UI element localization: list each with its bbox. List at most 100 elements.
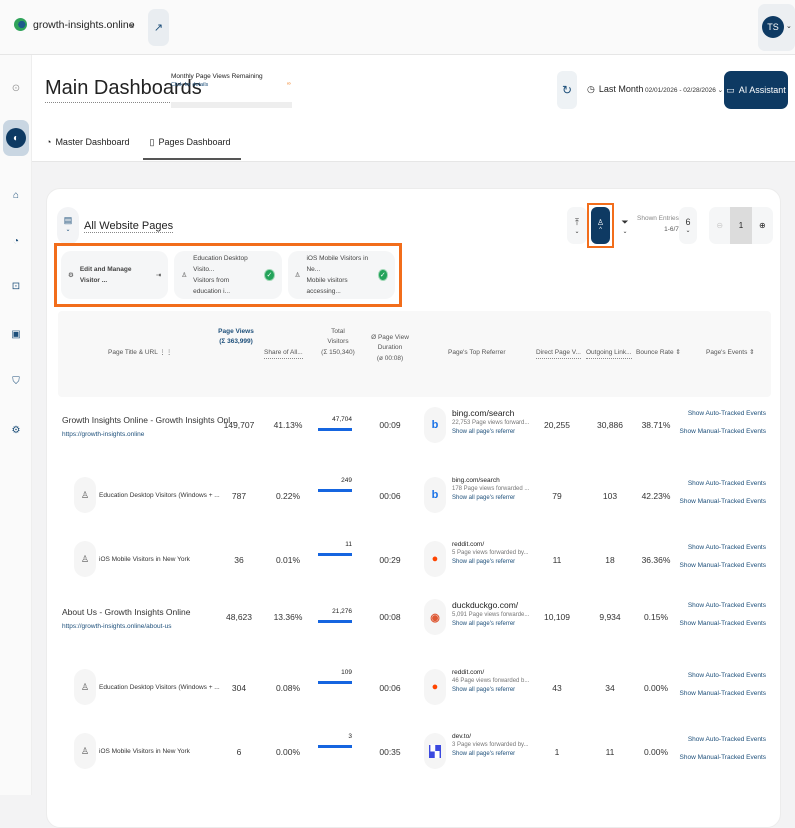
total-visitors: 11 [345, 541, 352, 548]
shown-label: Shown Entries [637, 215, 679, 222]
quota-details-link[interactable]: Click for details [171, 82, 263, 88]
open-external-button[interactable]: ↗ [148, 9, 169, 46]
col-label: Page Views [218, 328, 254, 335]
col-label: Ø Page View Duration [371, 334, 409, 352]
manual-events-link[interactable]: Show Manual-Tracked Events [680, 557, 766, 575]
top-bar: growth-insights.online ⌄ ↗ TS ⌄ [0, 0, 795, 55]
visitors-bar [318, 428, 352, 431]
page-url-link[interactable]: https://growth-insights.online [62, 431, 237, 438]
chat-icon[interactable]: ▣ [8, 326, 24, 342]
show-referrers-link[interactable]: Show all page's referrer [452, 558, 529, 567]
direct-page-views: 79 [552, 491, 562, 501]
chevron-up-icon: ^ [599, 227, 602, 233]
col-outgoing[interactable]: Outgoing Link... [586, 348, 632, 360]
segment-ios-mobile[interactable]: ♙ iOS Mobile Visitors in Ne... Mobile visi… [287, 251, 395, 299]
next-page-button[interactable]: ⊕ [752, 207, 773, 244]
col-events[interactable]: Page's Events ⇕ [706, 348, 755, 358]
auto-events-link[interactable]: Show Auto-Tracked Events [680, 667, 766, 685]
share: 13.36% [273, 612, 303, 622]
share: 0.00% [275, 747, 301, 757]
total-visitors: 21,276 [332, 608, 352, 615]
refresh-button[interactable]: ↻ [557, 71, 577, 109]
shield-check-icon[interactable]: ⛉ [8, 373, 24, 389]
manual-events-link[interactable]: Show Manual-Tracked Events [680, 685, 766, 703]
col-page-views[interactable]: Page Views (Σ 363,999) [216, 327, 256, 348]
prev-page-button[interactable]: ⊖ [709, 207, 730, 244]
total-visitors: 3 [348, 733, 352, 740]
tab-master-dashboard[interactable]: ◔ Master Dashboard [46, 133, 139, 160]
outgoing-links: 34 [605, 683, 615, 693]
show-referrers-link[interactable]: Show all page's referrer [452, 686, 529, 695]
col-total-visitors[interactable]: Total Visitors (Σ 150,340) [321, 327, 355, 358]
duration: 00:06 [379, 491, 401, 501]
auto-events-link[interactable]: Show Auto-Tracked Events [680, 539, 766, 557]
referrer-summary: 178 Page views forwarded ... [452, 486, 530, 493]
show-referrers-link[interactable]: Show all page's referrer [452, 620, 529, 629]
bounce-rate: 0.15% [643, 612, 669, 622]
auto-events-link[interactable]: Show Auto-Tracked Events [680, 731, 766, 749]
back-icon[interactable]: ⊙ [8, 80, 24, 96]
page-url-link[interactable]: https://growth-insights.online/about-us [62, 623, 191, 630]
col-referrer: Page's Top Referrer [448, 349, 506, 356]
share: 41.13% [273, 420, 303, 430]
col-bounce[interactable]: Bounce Rate ⇕ [636, 348, 681, 358]
pages-icon: ▯ [149, 137, 155, 147]
site-selector[interactable]: growth-insights.online [14, 18, 135, 31]
referrer-summary: 22,753 Page views forward... [452, 420, 530, 427]
export-button[interactable]: ⤒ ⌄ [567, 207, 587, 244]
sidebar-item-dashboard[interactable]: ◐ [3, 120, 29, 156]
segments-toggle-button[interactable]: ♙ ^ [587, 203, 614, 248]
show-referrers-link[interactable]: Show all page's referrer [452, 494, 529, 503]
share: 0.01% [275, 555, 301, 565]
filter-button[interactable]: ⏷ ⌄ [615, 207, 635, 244]
col-page-title[interactable]: Page Title & URL ⋮⋮ [108, 348, 172, 358]
external-link-icon: ↗ [153, 22, 164, 34]
col-share[interactable]: Share of All... [264, 348, 303, 360]
duration: 00:35 [379, 747, 401, 757]
gear-icon: ⚙ [68, 272, 74, 279]
duration: 00:29 [379, 555, 401, 565]
visitors-bar [318, 489, 352, 492]
manage-segments-button[interactable]: ⚙ Edit and Manage Visitor ... ⇥ [61, 251, 169, 299]
pages-card: ▤ ⌄ All Website Pages ⚙ Edit and Manage Vi… [46, 188, 781, 828]
segment-name: iOS Mobile Visitors in New York [99, 748, 190, 755]
segment-user-icon: ♙ [74, 477, 96, 513]
funnel-icon[interactable]: ◔ [8, 233, 24, 249]
funnel-icon: ◔ [46, 137, 52, 147]
user-menu[interactable]: TS ⌄ [758, 4, 795, 51]
gear-icon[interactable]: ⚙ [8, 422, 24, 438]
manual-events-link[interactable]: Show Manual-Tracked Events [680, 749, 766, 767]
reddit-icon: ● [424, 669, 446, 705]
direct-page-views: 11 [552, 555, 562, 565]
manual-events-link[interactable]: Show Manual-Tracked Events [680, 493, 766, 511]
chevron-down-icon[interactable]: ⌄ [128, 19, 136, 30]
focus-icon[interactable]: ⊡ [8, 278, 24, 294]
direct-page-views: 43 [552, 683, 562, 693]
show-referrers-link[interactable]: Show all page's referrer [452, 428, 529, 437]
auto-events-link[interactable]: Show Auto-Tracked Events [680, 405, 766, 423]
share: 0.22% [275, 491, 301, 501]
col-direct[interactable]: Direct Page V... [536, 348, 581, 360]
period-selector[interactable]: ◷ Last Month [587, 84, 643, 95]
auto-events-link[interactable]: Show Auto-Tracked Events [680, 475, 766, 493]
card-title: All Website Pages [84, 220, 174, 233]
view-selector[interactable]: ▤ ⌄ [57, 207, 79, 245]
date-range-selector[interactable]: 02/01/2026 - 02/28/2026 ⌄ [645, 86, 723, 94]
check-icon[interactable]: ✓ [377, 269, 388, 281]
show-referrers-link[interactable]: Show all page's referrer [452, 750, 529, 759]
segment-title: Edit and Manage Visitor ... [79, 265, 132, 284]
auto-events-link[interactable]: Show Auto-Tracked Events [680, 597, 766, 615]
bing-icon: b [424, 407, 446, 443]
col-duration[interactable]: Ø Page View Duration (ø 00:08) [368, 333, 412, 364]
per-page-select[interactable]: 6 ⌄ [679, 207, 697, 244]
check-icon[interactable]: ✓ [264, 269, 275, 281]
bag-icon[interactable]: ⌂ [8, 187, 24, 203]
current-page[interactable]: 1 [730, 207, 752, 244]
ai-assistant-button[interactable]: ▭ AI Assistant [724, 71, 788, 109]
segment-education-desktop[interactable]: ♙ Education Desktop Visito... Visitors fro… [174, 251, 282, 299]
page-views: 36 [234, 555, 244, 565]
quota-label: Monthly Page Views Remaining [171, 73, 263, 80]
manual-events-link[interactable]: Show Manual-Tracked Events [680, 423, 766, 441]
manual-events-link[interactable]: Show Manual-Tracked Events [680, 615, 766, 633]
tab-pages-dashboard[interactable]: ▯ Pages Dashboard [143, 133, 241, 160]
